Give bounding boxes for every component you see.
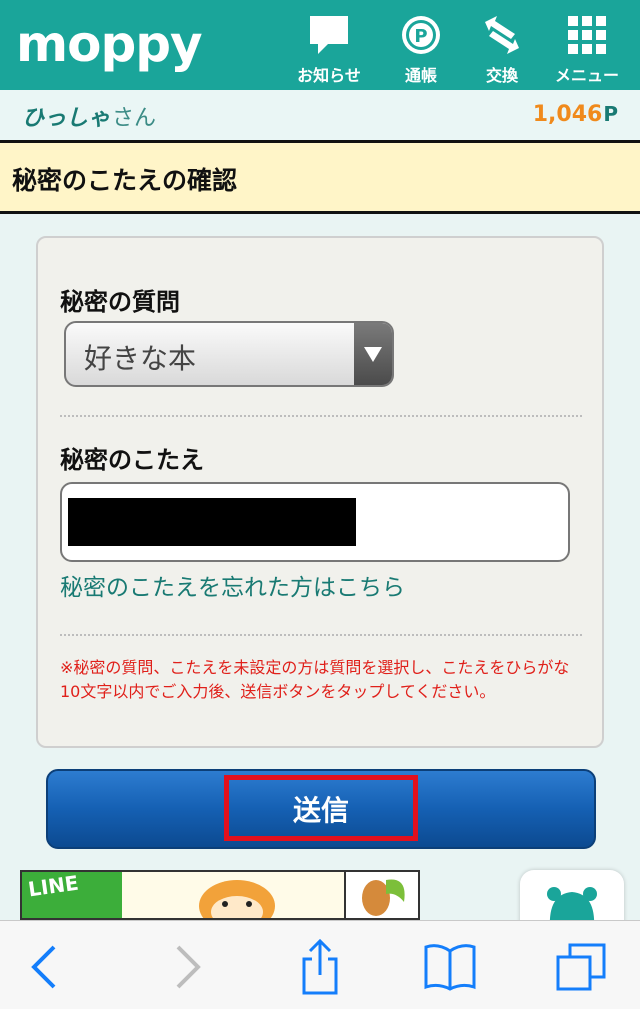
nav-passbook-label: 通帳 <box>404 66 437 85</box>
nav-notice-label: お知らせ <box>297 66 361 85</box>
submit-button-label: 送信 <box>292 794 349 827</box>
tabs-icon[interactable] <box>552 939 612 995</box>
browser-toolbar <box>0 920 640 1009</box>
nav-notice[interactable]: お知らせ <box>289 12 369 86</box>
divider <box>60 415 582 417</box>
user-name-text: ひっしゃ <box>22 106 111 131</box>
menu-grid-icon <box>568 16 606 54</box>
back-icon[interactable] <box>20 939 80 995</box>
page-title-bar: 秘密のこたえの確認 <box>0 140 640 214</box>
secret-question-value: 好きな本 <box>84 342 197 375</box>
svg-text:P: P <box>414 26 427 47</box>
secret-answer-label: 秘密のこたえ <box>60 446 204 474</box>
divider <box>60 634 582 636</box>
nav-menu[interactable]: メニュー <box>547 12 627 86</box>
secret-answer-input[interactable] <box>60 482 570 562</box>
nav-menu-label: メニュー <box>554 66 619 85</box>
line-sticker-banner[interactable]: LINE <box>20 870 420 920</box>
bookmarks-icon[interactable] <box>420 939 480 995</box>
secret-question-label: 秘密の質問 <box>60 288 180 316</box>
points-balance[interactable]: 1,046P <box>533 102 618 127</box>
chevron-down-icon <box>354 323 392 385</box>
moppy-logo[interactable]: moppy <box>16 14 203 74</box>
points-unit: P <box>603 102 618 126</box>
nav-passbook[interactable]: P 通帳 <box>381 12 461 86</box>
forward-icon[interactable] <box>160 939 220 995</box>
hamster-mascot-icon <box>199 880 275 918</box>
forgot-answer-link[interactable]: 秘密のこたえを忘れた方はこちら <box>60 568 405 602</box>
squirrel-mascot-icon <box>362 879 405 916</box>
secret-question-select[interactable]: 好きな本 <box>64 321 394 387</box>
user-honorific: さん <box>112 106 157 131</box>
instruction-note: ※秘密の質問、こたえを未設定の方は質問を選択し、こたえをひらがな10文字以内でご… <box>60 658 570 701</box>
user-name: ひっしゃさん <box>22 100 156 132</box>
nav-exchange-label: 交換 <box>485 66 518 85</box>
redacted-answer <box>68 498 356 546</box>
secret-answer-form: 秘密の質問 好きな本 秘密のこたえ 秘密のこたえを忘れた方はこちら ※秘密の質問… <box>36 236 604 748</box>
app-header: moppy お知らせ P 通帳 交換 メニュー <box>0 0 640 90</box>
exchange-icon <box>485 16 519 54</box>
points-value: 1,046 <box>532 102 603 127</box>
nav-exchange[interactable]: 交換 <box>462 12 542 86</box>
submit-button[interactable]: 送信 <box>46 769 596 849</box>
share-icon[interactable] <box>290 939 350 995</box>
banner-right-panel <box>344 872 418 918</box>
user-info-bar: ひっしゃさん 1,046P <box>0 90 640 140</box>
points-icon: P <box>402 16 440 54</box>
notice-icon <box>310 16 348 54</box>
page-title: 秘密のこたえの確認 <box>12 166 238 195</box>
